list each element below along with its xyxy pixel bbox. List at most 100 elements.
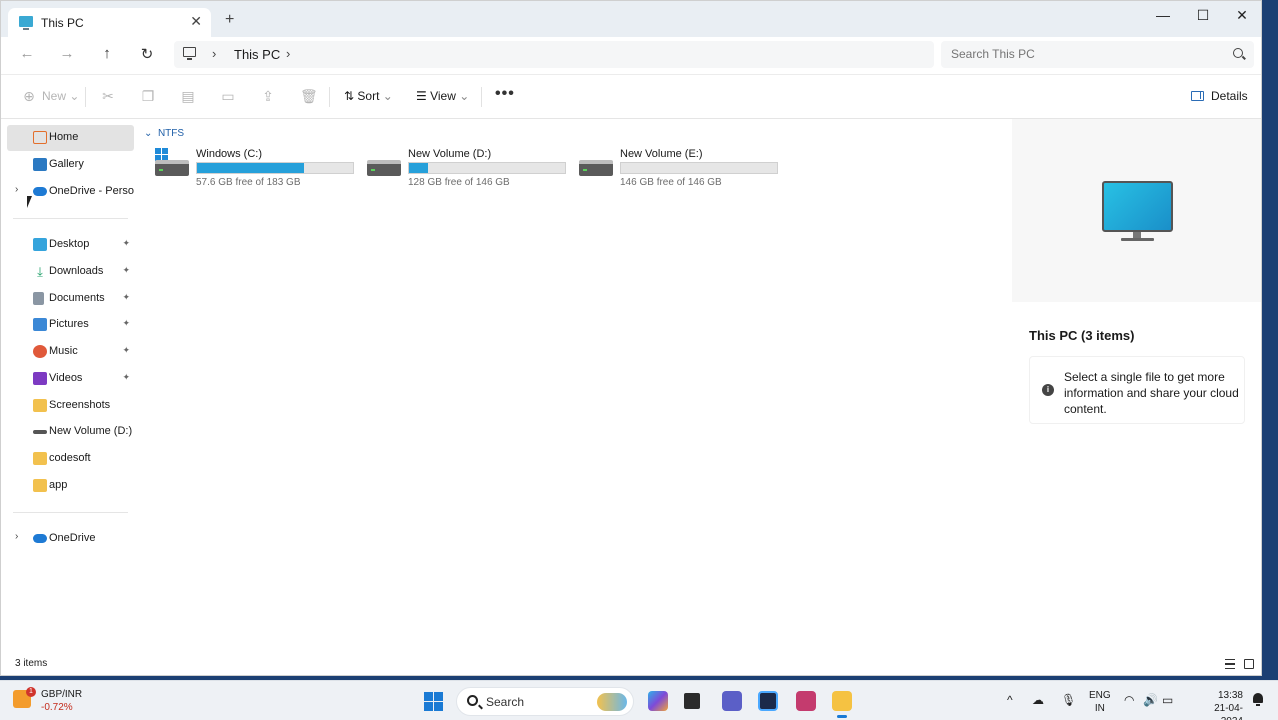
pin-icon[interactable]: ✦ (122, 372, 130, 383)
new-tab-button[interactable]: + (225, 11, 234, 29)
sidebar-item-downloads[interactable]: ⤓ Downloads ✦ (7, 259, 134, 285)
tiles-view-icon[interactable] (1244, 659, 1254, 669)
sidebar-item-label: Desktop (49, 238, 90, 250)
sidebar-item-desktop[interactable]: Desktop ✦ (7, 232, 134, 258)
show-hidden-icons-button[interactable]: ^ (1007, 693, 1013, 707)
clock[interactable]: 13:38 21-04-2024 (1203, 689, 1243, 720)
drive-c[interactable]: Windows (C:) 57.6 GB free of 183 GB (155, 147, 365, 192)
status-bar: 3 items (1, 656, 1261, 675)
copilot-icon[interactable] (648, 691, 668, 711)
refresh-button[interactable]: ↻ (136, 45, 158, 63)
cut-icon[interactable]: ✂ (100, 88, 116, 104)
search-box[interactable] (941, 41, 1254, 68)
pin-icon[interactable]: ✦ (122, 238, 130, 249)
onedrive-status-icon[interactable]: ☁ (1032, 693, 1044, 707)
microphone-icon[interactable]: 🎙 (1061, 693, 1076, 707)
breadcrumb-separator-icon[interactable]: › (212, 46, 216, 61)
copy-icon[interactable]: ❐ (140, 88, 156, 104)
sidebar-item-pictures[interactable]: Pictures ✦ (7, 312, 134, 338)
pin-icon[interactable]: ✦ (122, 292, 130, 303)
onedrive-icon (33, 534, 47, 543)
sidebar-item-app[interactable]: app (7, 473, 134, 499)
sidebar-item-screenshots[interactable]: Screenshots (7, 393, 134, 419)
pin-icon[interactable]: ✦ (122, 345, 130, 356)
language-indicator[interactable]: ENG IN (1089, 689, 1111, 715)
wifi-icon[interactable]: ◠ (1124, 693, 1134, 707)
breadcrumb-separator-icon[interactable]: › (286, 46, 290, 61)
info-icon: i (1042, 384, 1054, 396)
sort-button[interactable]: ⇅ Sort ⌄ (344, 89, 393, 103)
up-button[interactable]: ↑ (96, 45, 118, 62)
sidebar-item-label: codesoft (49, 452, 91, 464)
taskbar-search[interactable]: Search (456, 687, 634, 716)
expand-chevron-icon[interactable]: › (15, 531, 18, 542)
details-view-icon[interactable] (1225, 659, 1235, 669)
task-view-icon[interactable] (684, 693, 700, 709)
drive-d[interactable]: New Volume (D:) 128 GB free of 146 GB (367, 147, 577, 192)
monitor-icon (1102, 181, 1173, 232)
hard-drive-icon (579, 160, 613, 176)
sidebar-item-gallery[interactable]: Gallery (7, 152, 134, 178)
address-bar[interactable]: › This PC › (174, 41, 934, 68)
search-icon[interactable] (1233, 48, 1243, 58)
volume-icon[interactable]: 🔊 (1143, 693, 1158, 707)
sidebar-item-videos[interactable]: Videos ✦ (7, 366, 134, 392)
drive-e[interactable]: New Volume (E:) 146 GB free of 146 GB (579, 147, 789, 192)
rename-icon[interactable]: ▭ (220, 88, 236, 104)
sidebar-item-documents[interactable]: Documents ✦ (7, 286, 134, 312)
divider (481, 87, 482, 107)
notification-bell-icon[interactable] (1252, 693, 1264, 707)
ticker-name[interactable]: GBP/INR (41, 689, 82, 700)
tab-title: This PC (41, 16, 84, 30)
start-button[interactable] (424, 692, 443, 711)
webex-icon[interactable] (758, 691, 778, 711)
folder-icon (33, 479, 47, 492)
details-info-text: Select a single file to get more informa… (1064, 370, 1239, 416)
pin-icon[interactable]: ✦ (122, 318, 130, 329)
divider (85, 87, 86, 107)
sidebar-item-home[interactable]: Home (7, 125, 134, 151)
file-explorer-icon[interactable] (832, 691, 852, 718)
drive-name: New Volume (D:) (408, 148, 492, 160)
teams-icon[interactable] (722, 691, 742, 711)
more-options-button[interactable]: ••• (495, 85, 515, 103)
search-input[interactable] (951, 45, 1221, 63)
sidebar-item-label: Pictures (49, 318, 89, 330)
paste-icon[interactable]: ▤ (180, 88, 196, 104)
sidebar-item-new-volume-d[interactable]: New Volume (D:) (7, 419, 134, 445)
breadcrumb-this-pc[interactable]: This PC (234, 47, 280, 62)
sidebar-item-label: Downloads (49, 265, 104, 277)
view-button[interactable]: ☰ View ⌄ (416, 89, 469, 103)
ticker-value[interactable]: -0.72% (41, 702, 73, 713)
file-explorer-window: This PC ✕ + — ☐ ✕ ← → ↑ ↻ › This PC › ⊕ … (0, 0, 1262, 676)
close-button[interactable]: ✕ (1222, 7, 1261, 24)
tab-close-button[interactable]: ✕ (190, 13, 202, 30)
expand-chevron-icon[interactable]: › (15, 184, 18, 195)
new-button[interactable]: New ⌄ (42, 89, 79, 103)
snipping-tool-icon[interactable] (796, 691, 816, 711)
drive-usage-fill (197, 163, 304, 173)
notification-badge: 1 (26, 687, 36, 697)
share-icon[interactable]: ⇪ (260, 88, 276, 104)
videos-icon (33, 372, 47, 385)
sidebar-item-codesoft[interactable]: codesoft (7, 446, 134, 472)
taskbar: 1 GBP/INR -0.72% Search ^ ☁ 🎙 ENG IN ◠ 🔊… (0, 680, 1278, 720)
pin-icon[interactable]: ✦ (122, 265, 130, 276)
back-button[interactable]: ← (16, 45, 38, 62)
maximize-button[interactable]: ☐ (1183, 7, 1223, 24)
details-pane-button[interactable]: Details (1191, 89, 1248, 103)
details-label: Details (1211, 89, 1248, 103)
drive-usage-bar (620, 162, 778, 174)
minimize-button[interactable]: — (1143, 7, 1183, 23)
navigation-pane: Home Gallery › OneDrive - Persona Deskto… (1, 119, 136, 656)
group-header-ntfs[interactable]: ⌄ NTFS (144, 128, 184, 139)
tab-this-pc[interactable]: This PC ✕ (8, 8, 211, 37)
sidebar-item-onedrive[interactable]: › OneDrive (7, 526, 134, 552)
battery-icon[interactable]: ▭ (1162, 693, 1173, 707)
forward-button[interactable]: → (56, 45, 78, 62)
details-pane-icon (1191, 91, 1204, 101)
clock-time: 13:38 (1217, 690, 1243, 701)
delete-icon[interactable]: 🗑 (300, 88, 318, 104)
downloads-icon: ⤓ (37, 264, 43, 279)
sidebar-item-music[interactable]: Music ✦ (7, 339, 134, 365)
